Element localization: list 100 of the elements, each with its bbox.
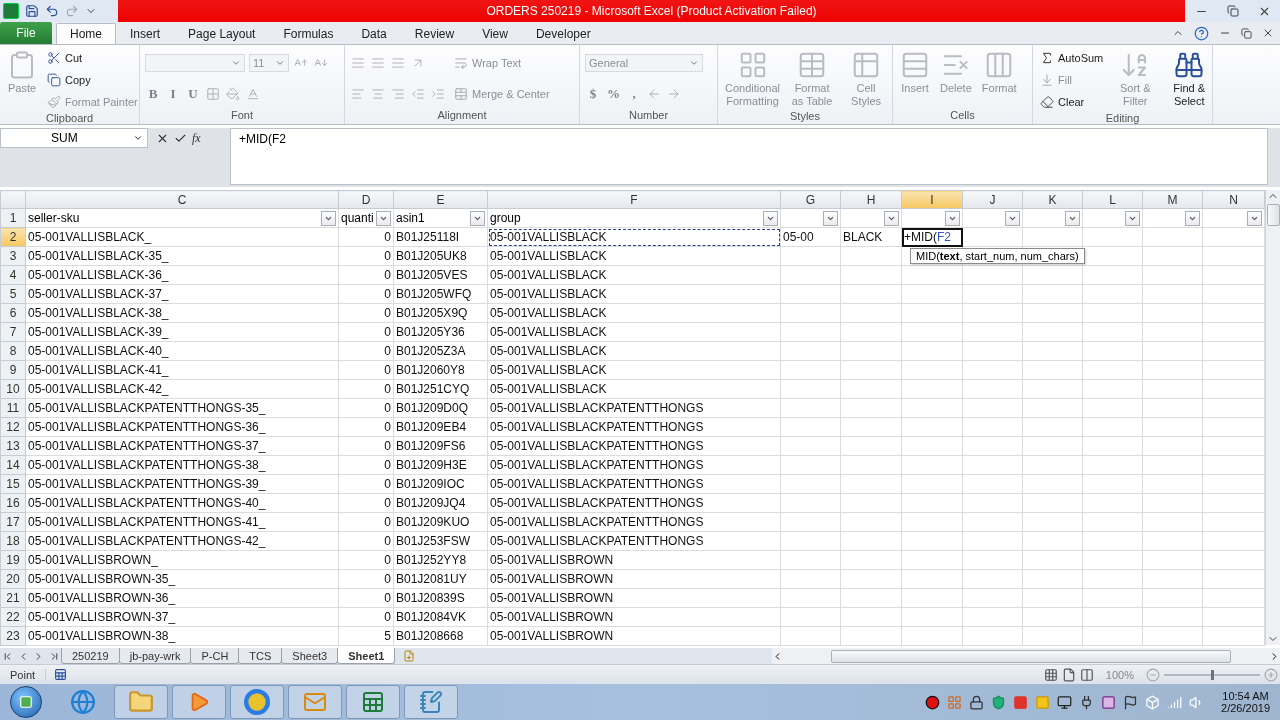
filter-button[interactable] (884, 210, 899, 226)
taskbar-button[interactable] (404, 685, 458, 719)
start-button[interactable] (10, 686, 42, 718)
table-cell: 05-001VALLISBLACKPATENTTHONGS (487, 436, 781, 456)
column-header[interactable]: H (840, 190, 902, 209)
vertical-scrollbar[interactable] (1265, 190, 1280, 645)
sheet-tab[interactable]: P-CH (190, 648, 240, 664)
signal-icon[interactable] (1167, 694, 1183, 710)
scissors-icon (47, 51, 61, 65)
taskbar-button[interactable] (346, 685, 400, 719)
scroll-thumb[interactable] (1266, 204, 1280, 226)
lock-icon[interactable] (969, 694, 985, 710)
column-header[interactable]: I (901, 190, 963, 209)
restore-icon[interactable] (1241, 27, 1252, 39)
monitor-icon[interactable] (1057, 694, 1073, 710)
taskbar-button[interactable] (230, 685, 284, 719)
ribbon-tab[interactable]: Data (347, 23, 401, 44)
square-icon[interactable] (1013, 694, 1029, 710)
select-all-corner[interactable] (0, 190, 26, 209)
column-header[interactable]: E (393, 190, 488, 209)
file-tab[interactable]: File (0, 22, 52, 44)
save-icon[interactable] (25, 4, 39, 18)
table-cell: 0 (338, 550, 394, 570)
flag-icon[interactable] (1123, 694, 1139, 710)
taskbar-button[interactable] (114, 685, 168, 719)
slider-thumb[interactable] (1211, 669, 1214, 680)
zoom-in-icon[interactable] (1264, 667, 1278, 682)
clock-time[interactable]: 10:54 AM (1222, 690, 1269, 702)
column-header[interactable]: G (780, 190, 841, 209)
active-cell[interactable]: +MID(F2 (901, 227, 963, 247)
box-icon[interactable] (1145, 694, 1161, 710)
new-sheet-icon[interactable] (403, 650, 416, 662)
sheet-tab[interactable]: TCS (238, 648, 283, 664)
clock-date[interactable]: 2/26/2019 (1221, 702, 1270, 714)
empty-cell (840, 436, 902, 456)
filter-button[interactable] (1125, 210, 1140, 226)
ribbon-button[interactable]: Clear (1038, 95, 1087, 109)
column-header[interactable]: N (1202, 190, 1265, 209)
ribbon-tab[interactable]: Developer (521, 23, 605, 44)
zoom-out-icon[interactable] (1146, 667, 1160, 682)
taskbar-button[interactable] (288, 685, 342, 719)
name-box[interactable]: SUM (0, 128, 148, 148)
sheet-tab[interactable]: Sheet1 (337, 648, 396, 664)
column-header[interactable]: F (487, 190, 781, 209)
filter-button[interactable] (321, 210, 336, 226)
taskbar-button[interactable] (172, 685, 226, 719)
empty-cell (840, 265, 902, 285)
column-header[interactable]: K (1022, 190, 1083, 209)
filter-button[interactable] (945, 210, 960, 226)
page-break-icon[interactable] (1079, 667, 1094, 682)
empty-cell (962, 379, 1023, 399)
ribbon-tab[interactable]: Review (400, 23, 469, 44)
ribbon-tab[interactable]: Formulas (269, 23, 348, 44)
empty-cell (1202, 607, 1265, 627)
column-header[interactable]: L (1082, 190, 1143, 209)
formula-field[interactable]: +MID(F2 (230, 128, 1268, 185)
column-header[interactable]: C (25, 190, 339, 209)
shield-icon[interactable] (991, 694, 1007, 710)
ribbon-tab[interactable]: Page Layout (174, 23, 270, 44)
filter-button[interactable] (376, 210, 391, 226)
filter-button[interactable] (763, 210, 778, 226)
record-icon[interactable] (925, 694, 941, 710)
empty-cell (1022, 550, 1083, 570)
ribbon-button[interactable]: Find & Select (1165, 48, 1214, 112)
sheet-icon[interactable] (54, 668, 68, 681)
horizontal-scrollbar[interactable] (772, 648, 1280, 664)
ribbon-tab[interactable]: Insert (116, 23, 175, 44)
ribbon-button[interactable]: Cut (45, 51, 85, 65)
filter-button[interactable] (1247, 210, 1262, 226)
table-cell: B01J205Y36 (393, 322, 488, 342)
filter-button[interactable] (1065, 210, 1080, 226)
square-icon[interactable] (1035, 694, 1051, 710)
square-icon[interactable] (1101, 694, 1117, 710)
sheet-tab[interactable]: jb-pay-wrk (118, 648, 192, 664)
filter-button[interactable] (1005, 210, 1020, 226)
page-layout-icon[interactable] (1061, 667, 1076, 682)
restore-icon[interactable] (1226, 5, 1239, 17)
column-header[interactable]: M (1142, 190, 1203, 209)
close-icon[interactable] (1262, 27, 1274, 39)
ribbon-tab[interactable]: View (468, 23, 522, 44)
ribbon-button[interactable]: Copy (45, 73, 93, 87)
sheet-tab[interactable]: 250219 (61, 648, 120, 664)
help-icon[interactable] (1194, 25, 1209, 41)
ribbon-tab[interactable]: Home (56, 23, 116, 44)
table-cell: 0 (338, 341, 394, 361)
filter-button[interactable] (1185, 210, 1200, 226)
table-cell: 05-001VALLISBLACKPATENTTHONGS-36_ (25, 417, 339, 437)
sheet-tab[interactable]: Sheet3 (281, 648, 339, 664)
table-cell: 0 (338, 531, 394, 551)
filter-button[interactable] (470, 210, 485, 226)
column-header[interactable]: D (338, 190, 394, 209)
filter-button[interactable] (823, 210, 838, 226)
undo-icon[interactable] (45, 4, 59, 18)
grid-icon[interactable] (947, 694, 963, 710)
column-header[interactable]: J (962, 190, 1023, 209)
normal-view-icon[interactable] (1043, 667, 1058, 682)
insert-function-button[interactable]: fx (192, 130, 201, 146)
redo-icon[interactable] (65, 4, 79, 18)
empty-cell (901, 512, 963, 532)
ribbon-button[interactable]: AutoSum (1038, 51, 1106, 65)
